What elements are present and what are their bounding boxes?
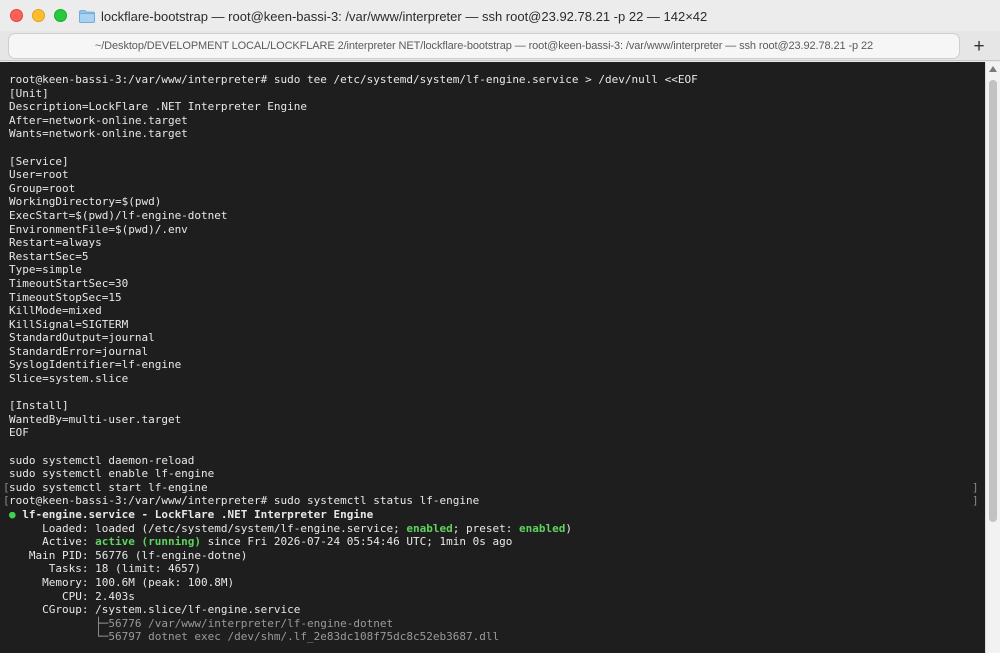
selection-bracket-right: ] [972,481,979,494]
terminal-line: StandardOutput=journal [9,331,155,345]
zoom-window-button[interactable] [54,9,67,22]
terminal-line: root@keen-bassi-3:/var/www/interpreter# … [9,73,698,86]
terminal-line: Tasks: 18 (limit: 4657) [9,562,698,576]
terminal-line: [Install] [9,399,69,413]
status-loaded-text: Loaded: loaded (/etc/systemd/system/lf-e… [9,521,407,535]
status-enabled-label: enabled [406,521,453,535]
status-cpu: CPU: 2.403s [9,589,135,603]
status-unit-line: lf-engine.service - LockFlare .NET Inter… [15,508,374,521]
terminal-window: lockflare-bootstrap — root@keen-bassi-3:… [0,0,1000,653]
terminal-line: WorkingDirectory=$(pwd) [9,195,162,209]
status-loaded-text: ; preset: [452,521,519,535]
terminal-line: TimeoutStartSec=30 [9,276,129,290]
terminal-line: Type=simple [9,263,82,277]
terminal-line: EOF [9,426,29,440]
terminal-line: After=network-online.target [9,113,188,127]
terminal-line: sudo systemctl daemon-reload [9,453,195,467]
status-main-pid: Main PID: 56776 (lf-engine-dotne) [9,548,248,562]
terminal-line: User=root [9,168,69,182]
process-tree-branch: ├─ [9,616,109,630]
status-loaded-text: ) [565,521,572,535]
status-tasks: Tasks: 18 (limit: 4657) [9,562,202,576]
scroll-up-arrow-icon[interactable] [989,66,997,72]
terminal-line: RestartSec=5 [9,249,89,263]
terminal-line: [Service] [9,154,69,168]
terminal-line: StandardError=journal [9,344,149,358]
terminal-line: SyslogIdentifier=lf-engine [9,358,182,372]
scrollbar-thumb[interactable] [989,80,997,522]
status-memory: Memory: 100.6M (peak: 100.8M) [9,575,235,589]
vertical-scrollbar[interactable] [985,62,1000,653]
terminal-line: sudo systemctl enable lf-engine [9,467,215,481]
status-active-text: since Fri 2026-07-24 05:54:46 UTC; 1min … [201,535,513,549]
tab-ssh-session[interactable]: ~/Desktop/DEVELOPMENT LOCAL/LOCKFLARE 2/… [8,33,960,59]
status-preset-label: enabled [518,521,566,535]
status-bullet-icon: ● [9,508,16,521]
selection-bracket-right: ] [972,494,979,507]
terminal-line: Group=root [9,181,76,195]
terminal-line: ● lf-engine.service - LockFlare .NET Int… [9,508,698,522]
terminal-line: KillMode=mixed [9,304,102,318]
terminal-line: └─56797 dotnet exec /dev/shm/.lf_2e83dc1… [9,630,698,644]
selection-bracket-left: [ [3,494,10,507]
terminal-line: ├─56776 /var/www/interpreter/lf-engine-d… [9,617,698,631]
terminal-line: CPU: 2.403s [9,590,698,604]
terminal-line: TimeoutStopSec=15 [9,290,122,304]
terminal-line: WantedBy=multi-user.target [9,412,182,426]
terminal-line: EnvironmentFile=$(pwd)/.env [9,222,188,236]
terminal-line: [Unit] [9,86,49,100]
terminal-line: KillSignal=SIGTERM [9,317,129,331]
tab-bar: ~/Desktop/DEVELOPMENT LOCAL/LOCKFLARE 2/… [0,31,1000,61]
title-bar[interactable]: lockflare-bootstrap — root@keen-bassi-3:… [0,0,1000,31]
status-active-text: Active: [9,535,96,549]
status-cgroup: CGroup: /system.slice/lf-engine.service [9,603,301,617]
new-tab-button[interactable]: + [967,35,991,57]
terminal-line: root@keen-bassi-3:/var/www/interpreter# … [9,494,480,508]
terminal-line: CGroup: /system.slice/lf-engine.service [9,603,698,617]
terminal-line: Memory: 100.6M (peak: 100.8M) [9,576,698,590]
window-title-area: lockflare-bootstrap — root@keen-bassi-3:… [79,6,707,26]
terminal-line: ExecStart=$(pwd)/lf-engine-dotnet [9,208,228,222]
process-tree-item: 56797 dotnet exec /dev/shm/.lf_2e83dc108… [108,630,500,644]
terminal-line: Loaded: loaded (/etc/systemd/system/lf-e… [9,522,698,536]
window-title: lockflare-bootstrap — root@keen-bassi-3:… [101,8,708,24]
terminal-output[interactable]: root@keen-bassi-3:/var/www/interpreter# … [0,62,985,653]
terminal-line: Active: active (running) since Fri 2026-… [9,535,698,549]
terminal-line: Wants=network-online.target [9,127,188,141]
terminal-line: Description=LockFlare .NET Interpreter E… [9,100,308,114]
folder-icon [79,9,95,23]
terminal-text: root@keen-bassi-3:/var/www/interpreter# … [9,73,698,644]
status-active-state: active (running) [95,535,202,549]
terminal-line: Slice=system.slice [9,372,129,386]
process-tree-item: 56776 /var/www/interpreter/lf-engine-dot… [108,616,394,630]
tab-label: ~/Desktop/DEVELOPMENT LOCAL/LOCKFLARE 2/… [94,40,874,52]
minimize-window-button[interactable] [32,9,45,22]
selection-bracket-left: [ [3,481,10,494]
terminal-line: Main PID: 56776 (lf-engine-dotne) [9,549,698,563]
process-tree-branch: └─ [9,630,109,644]
terminal-line: Restart=always [9,236,102,250]
close-window-button[interactable] [10,9,23,22]
terminal-line: sudo systemctl start lf-engine [9,480,208,494]
